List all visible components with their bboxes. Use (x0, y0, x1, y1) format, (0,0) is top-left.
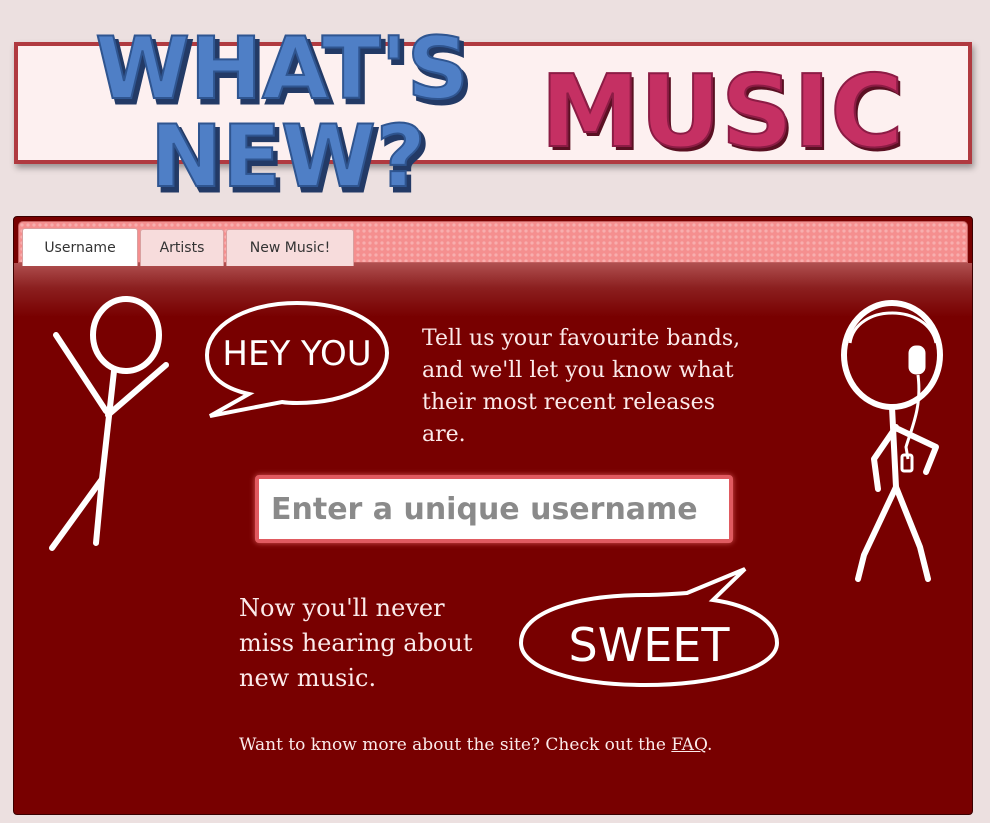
faq-link[interactable]: FAQ (671, 735, 707, 755)
main-panel: Username Artists New Music! HEY YOU Tell… (13, 216, 973, 815)
hey-you-text: HEY YOU (222, 334, 371, 374)
intro-text: Tell us your favourite bands, and we'll … (422, 326, 741, 447)
stick-figure-waving-icon (49, 296, 169, 551)
outro-text: Now you'll never miss hearing about new … (239, 594, 473, 692)
tab-artists[interactable]: Artists (140, 229, 224, 266)
sweet-text: SWEET (569, 618, 731, 672)
site-logo[interactable]: WHAT'S WHAT'S NEW? NEW? MUSIC MUSIC (0, 0, 990, 200)
faq-suffix: . (707, 735, 713, 755)
sweet-speech-bubble: SWEET (518, 567, 780, 688)
username-input[interactable] (259, 479, 729, 539)
faq-prefix: Want to know more about the site? Check … (239, 735, 672, 755)
tab-bar: Username Artists New Music! (18, 221, 968, 266)
username-input-frame (255, 475, 733, 543)
faq-line: Want to know more about the site? Check … (239, 735, 712, 755)
tab-new-music[interactable]: New Music! (226, 229, 354, 266)
logo-line2: NEW? (150, 107, 425, 200)
logo-line1: WHAT'S (95, 19, 469, 119)
hey-you-speech-bubble: HEY YOU (204, 300, 390, 418)
tab-username[interactable]: Username (22, 228, 138, 266)
logo-music: MUSIC (540, 53, 903, 170)
stick-figure-headphones-icon (841, 300, 943, 582)
